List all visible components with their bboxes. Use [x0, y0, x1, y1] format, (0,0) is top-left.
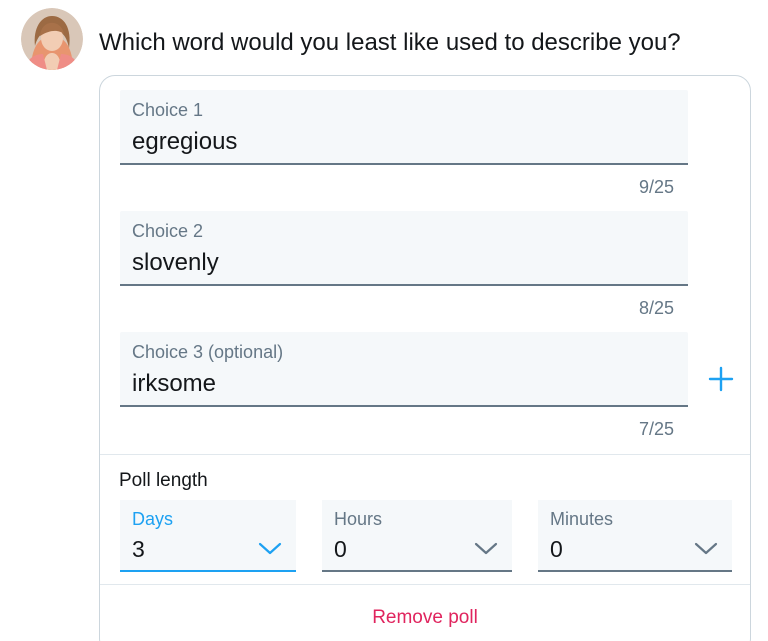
- choice-3-counter: 7/25: [638, 419, 674, 439]
- choice-3-label: Choice 3 (optional): [132, 342, 284, 362]
- divider: [100, 584, 750, 585]
- choice-1-input[interactable]: egregious: [132, 128, 237, 156]
- chevron-down-icon: [694, 542, 718, 555]
- choice-2-input[interactable]: slovenly: [132, 249, 219, 277]
- hours-value: 0: [334, 536, 347, 562]
- poll-question[interactable]: Which word would you least like used to …: [99, 27, 681, 59]
- choice-2-field[interactable]: Choice 2 slovenly: [120, 211, 688, 286]
- minutes-select[interactable]: Minutes 0: [538, 500, 732, 572]
- choice-1-counter: 9/25: [638, 177, 674, 197]
- hours-select[interactable]: Hours 0: [322, 500, 512, 572]
- add-choice-button[interactable]: [704, 362, 738, 396]
- plus-icon: [708, 366, 734, 392]
- days-label: Days: [132, 509, 174, 529]
- choice-3-field[interactable]: Choice 3 (optional) irksome: [120, 332, 688, 407]
- hours-label: Hours: [334, 509, 383, 529]
- choice-2-counter: 8/25: [638, 298, 674, 318]
- minutes-label: Minutes: [550, 509, 614, 529]
- poll-card: Choice 1 egregious 9/25 Choice 2 slovenl…: [99, 75, 751, 641]
- choice-1-label: Choice 1: [132, 100, 204, 120]
- avatar-image: [21, 8, 83, 70]
- poll-length-label: Poll length: [119, 470, 208, 491]
- days-select[interactable]: Days 3: [120, 500, 296, 572]
- days-value: 3: [132, 536, 145, 562]
- minutes-value: 0: [550, 536, 563, 562]
- chevron-down-icon: [474, 542, 498, 555]
- divider: [100, 454, 750, 455]
- poll-composer: Which word would you least like used to …: [0, 0, 768, 641]
- remove-poll-button[interactable]: Remove poll: [100, 607, 750, 629]
- choice-2-label: Choice 2: [132, 221, 204, 241]
- user-avatar[interactable]: [21, 8, 83, 70]
- chevron-down-icon: [258, 542, 282, 555]
- choice-1-field[interactable]: Choice 1 egregious: [120, 90, 688, 165]
- choice-3-input[interactable]: irksome: [132, 370, 216, 398]
